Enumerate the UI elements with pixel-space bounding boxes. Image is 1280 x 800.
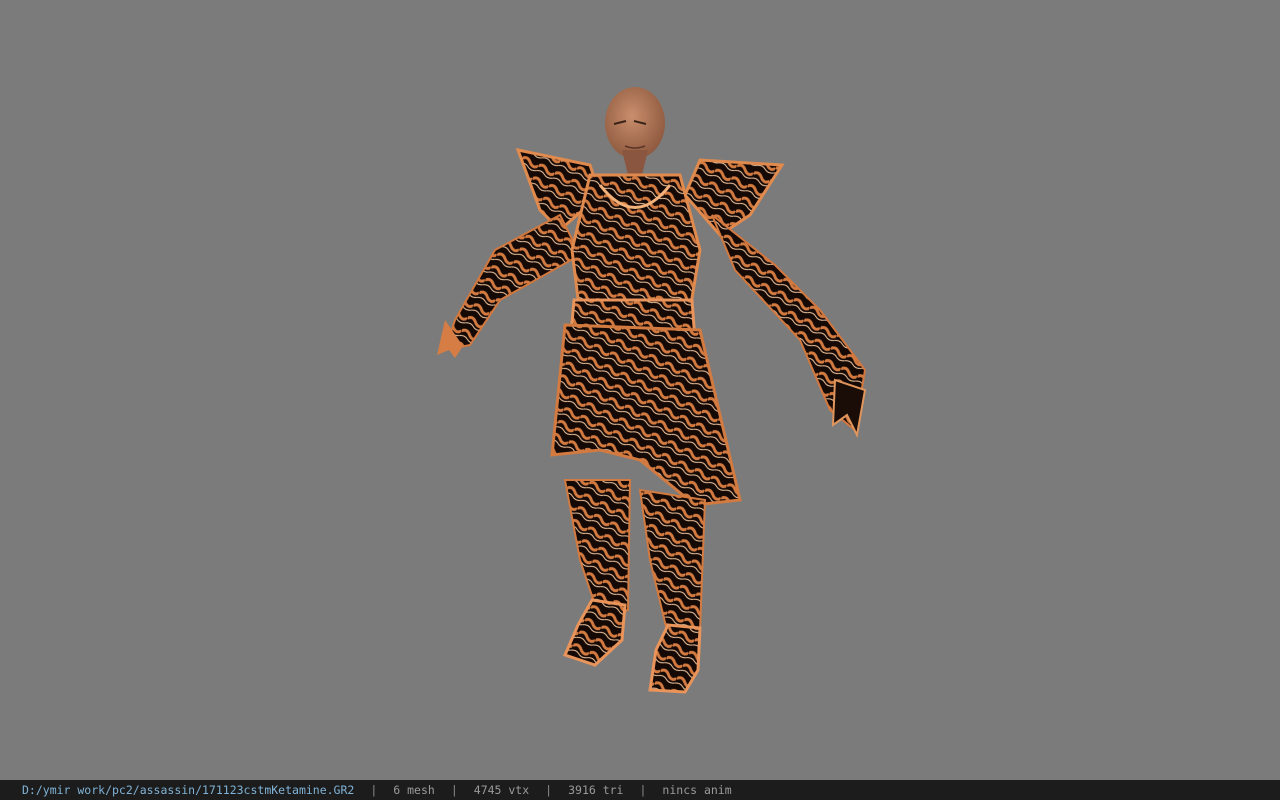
- animation-status: nincs anim: [662, 783, 732, 797]
- character-model[interactable]: [0, 0, 1280, 780]
- separator: |: [370, 783, 378, 797]
- vertex-count: 4745 vtx: [473, 783, 530, 797]
- file-path: D:/ymir work/pc2/assassin/171123cstmKeta…: [22, 783, 355, 797]
- mesh-count: 6 mesh: [393, 783, 435, 797]
- model-head: [605, 87, 665, 175]
- 3d-viewport[interactable]: [0, 0, 1280, 780]
- model-torso: [568, 173, 702, 347]
- model-skirt: [550, 323, 742, 507]
- status-bar: D:/ymir work/pc2/assassin/171123cstmKeta…: [0, 780, 1280, 800]
- separator: |: [639, 783, 647, 797]
- model-legs: [562, 479, 707, 694]
- separator: |: [545, 783, 553, 797]
- separator: |: [450, 783, 458, 797]
- triangle-count: 3916 tri: [568, 783, 624, 797]
